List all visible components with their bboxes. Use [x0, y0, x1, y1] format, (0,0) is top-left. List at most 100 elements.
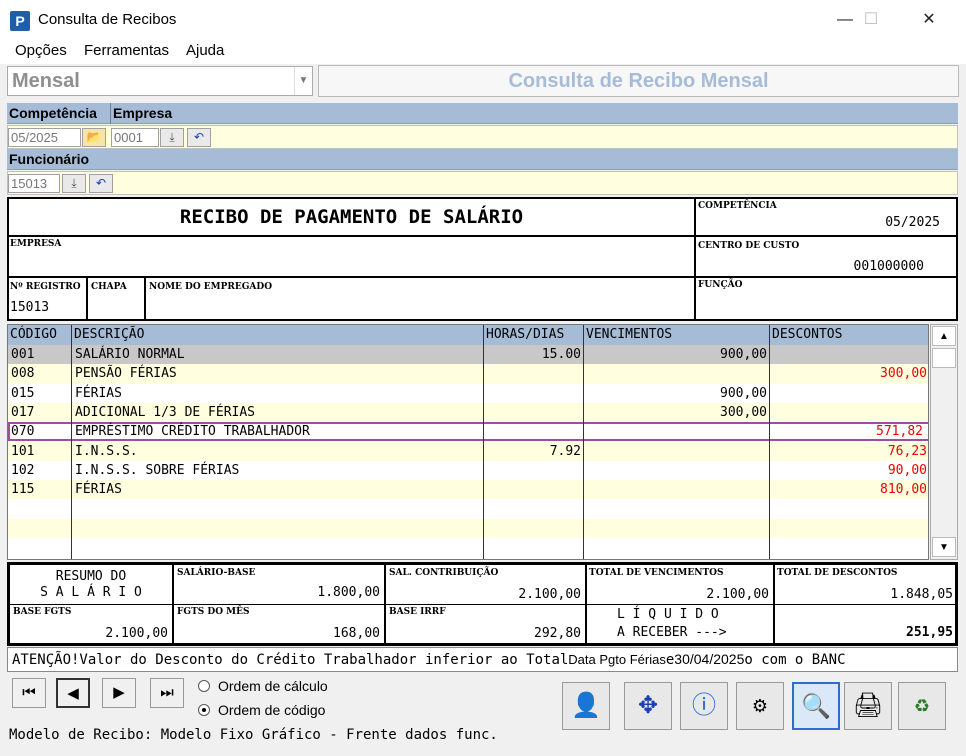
row-descricao: I.N.S.S. [75, 443, 138, 459]
competencia-label: Competência [9, 105, 97, 121]
download-icon[interactable]: ⤓ [160, 128, 184, 147]
row-descricao: FÉRIAS [75, 385, 122, 401]
row-horas [484, 461, 584, 480]
resumo-line2: S A L Á R I O [40, 585, 142, 600]
base-irrf-value: 292,80 [534, 626, 581, 641]
menu-ferramentas[interactable]: Ferramentas [84, 42, 169, 59]
row-horas: 15.00 [541, 347, 581, 362]
row-horas [484, 364, 584, 383]
row-descricao: ADICIONAL 1/3 DE FÉRIAS [75, 404, 256, 420]
total-vencimentos-label: TOTAL DE VENCIMENTOS [589, 568, 724, 578]
navigate-icon[interactable]: ✥ [624, 682, 672, 730]
config-icon[interactable]: ⚙ [736, 682, 784, 730]
centro-custo-label: CENTRO DE CUSTO [698, 241, 800, 251]
download-icon[interactable]: ⤓ [62, 174, 86, 193]
col-header-codigo: CÓDIGO [8, 325, 72, 345]
chevron-down-icon[interactable]: ▼ [294, 67, 312, 95]
menu-ajuda[interactable]: Ajuda [186, 42, 224, 59]
data-pgto-ferias-value: 30/04/2025 [674, 651, 745, 667]
registro-label: Nº REGISTRO [10, 282, 81, 292]
row-horas [484, 384, 584, 403]
sal-contribuicao-value: 2.100,00 [518, 587, 581, 602]
receipt-header: RECIBO DE PAGAMENTO DE SALÁRIO COMPETÊNC… [7, 197, 958, 321]
sal-contribuicao-cell: SAL. CONTRIBUIÇÃO 2.100,00 [385, 564, 586, 605]
user-key-icon[interactable]: 👤 [562, 682, 610, 730]
row-descontos: 810,00 [880, 482, 927, 498]
competencia-input[interactable]: 05/2025 [8, 128, 81, 147]
table-row[interactable]: 101 I.N.S.S. 7.92 76,23 [8, 441, 928, 461]
maximize-button[interactable]: ☐ [846, 0, 896, 40]
attention-message: ATENÇÃO!Valor do Desconto do Crédito Tra… [7, 647, 958, 672]
row-codigo: 017 [11, 404, 35, 420]
row-descontos: 571,82 [876, 424, 923, 440]
last-record-button[interactable]: ⏭ [150, 678, 184, 708]
row-descricao: SALÁRIO NORMAL [75, 347, 185, 362]
filter-field-row: 05/2025 📂 0001 ⤓ ↶ [7, 125, 958, 149]
mode-select[interactable]: Mensal ▼ [7, 66, 313, 96]
funcao-cell: FUNÇÃO [696, 278, 956, 319]
row-codigo: 001 [11, 347, 35, 362]
column-divider [583, 325, 584, 559]
printer-icon[interactable]: 🖨 [844, 682, 892, 730]
scroll-up-icon[interactable]: ▲ [932, 326, 956, 346]
recycle-icon[interactable]: ♻ [898, 682, 946, 730]
registro-cell: Nº REGISTRO 15013 [9, 278, 88, 319]
table-row[interactable]: 015 FÉRIAS 900,00 [8, 383, 928, 403]
close-button[interactable]: ✕ [904, 0, 954, 40]
radio-selected-icon [198, 704, 210, 716]
competencia-cell-value: 05/2025 [885, 215, 940, 230]
empresa-input[interactable]: 0001 [111, 128, 159, 147]
scroll-thumb[interactable] [932, 348, 956, 368]
info-icon[interactable]: ⓘ [680, 682, 728, 730]
order-calculo-radio[interactable]: Ordem de cálculo [198, 678, 328, 694]
fgts-mes-label: FGTS DO MÊS [177, 607, 250, 617]
row-vencimentos: 300,00 [720, 404, 767, 420]
order-codigo-radio[interactable]: Ordem de código [198, 702, 325, 718]
funcionario-field-row: 15013 ⤓ ↶ [7, 171, 958, 195]
scroll-down-icon[interactable]: ▼ [932, 537, 956, 557]
folder-open-icon[interactable]: 📂 [82, 128, 106, 147]
row-codigo: 101 [11, 443, 35, 459]
total-descontos-label: TOTAL DE DESCONTOS [777, 568, 898, 578]
undo-icon[interactable]: ↶ [187, 128, 211, 147]
empresa-cell-label: EMPRESA [10, 239, 62, 249]
table-row[interactable]: 017 ADICIONAL 1/3 DE FÉRIAS 300,00 [8, 402, 928, 423]
table-row[interactable]: 001 SALÁRIO NORMAL 15.00 900,00 [8, 345, 928, 365]
table-row-selected[interactable]: 070 EMPRÉSTIMO CRÉDITO TRABALHADOR 571,8… [8, 422, 928, 442]
mode-select-value: Mensal [12, 70, 80, 92]
attention-text-end: o com o BANC [744, 652, 846, 668]
empresa-cell: EMPRESA [9, 237, 696, 278]
next-record-button[interactable]: ▶ [102, 678, 136, 708]
col-header-descricao: DESCRIÇÃO [72, 325, 484, 345]
table-row[interactable]: 115 FÉRIAS 810,00 [8, 480, 928, 500]
base-irrf-label: BASE IRRF [389, 607, 446, 617]
preview-zoom-icon[interactable]: 🔍 [792, 682, 840, 730]
fgts-mes-cell: FGTS DO MÊS 168,00 [173, 604, 385, 644]
window-title: Consulta de Recibos [38, 11, 177, 28]
funcionario-input[interactable]: 15013 [8, 174, 60, 193]
previous-record-button[interactable]: ◀ [56, 678, 90, 708]
table-row-empty [8, 518, 928, 538]
table-scrollbar[interactable]: ▲ ▼ [930, 324, 958, 560]
table-row[interactable]: 008 PENSÃO FÉRIAS 300,00 [8, 364, 928, 384]
column-divider [483, 325, 484, 559]
row-vencimentos [584, 422, 770, 441]
first-record-button[interactable]: ⏮ [12, 678, 46, 708]
attention-text: ATENÇÃO!Valor do Desconto do Crédito Tra… [12, 652, 569, 668]
report-model-status: Modelo de Recibo: Modelo Fixo Gráfico - … [9, 727, 498, 743]
chapa-cell: CHAPA [88, 278, 146, 319]
liquido-value-cell: 251,95 [774, 604, 956, 644]
app-logo-icon: P [10, 11, 30, 31]
row-vencimentos [584, 480, 770, 499]
table-row[interactable]: 102 I.N.S.S. SOBRE FÉRIAS 90,00 [8, 460, 928, 481]
row-descricao: I.N.S.S. SOBRE FÉRIAS [75, 462, 240, 478]
row-descontos [770, 345, 928, 364]
col-header-horas: HORAS/DIAS [484, 325, 584, 345]
undo-icon[interactable]: ↶ [89, 174, 113, 193]
centro-custo-cell: CENTRO DE CUSTO 001000000 [696, 237, 956, 278]
row-horas [484, 480, 584, 499]
liquido-line1: L Í Q U I D O [617, 607, 719, 622]
base-irrf-cell: BASE IRRF 292,80 [385, 604, 586, 644]
menu-opcoes[interactable]: Opções [15, 42, 67, 59]
salary-summary: RESUMO DO S A L Á R I O SALÁRIO-BASE 1.8… [7, 562, 958, 646]
